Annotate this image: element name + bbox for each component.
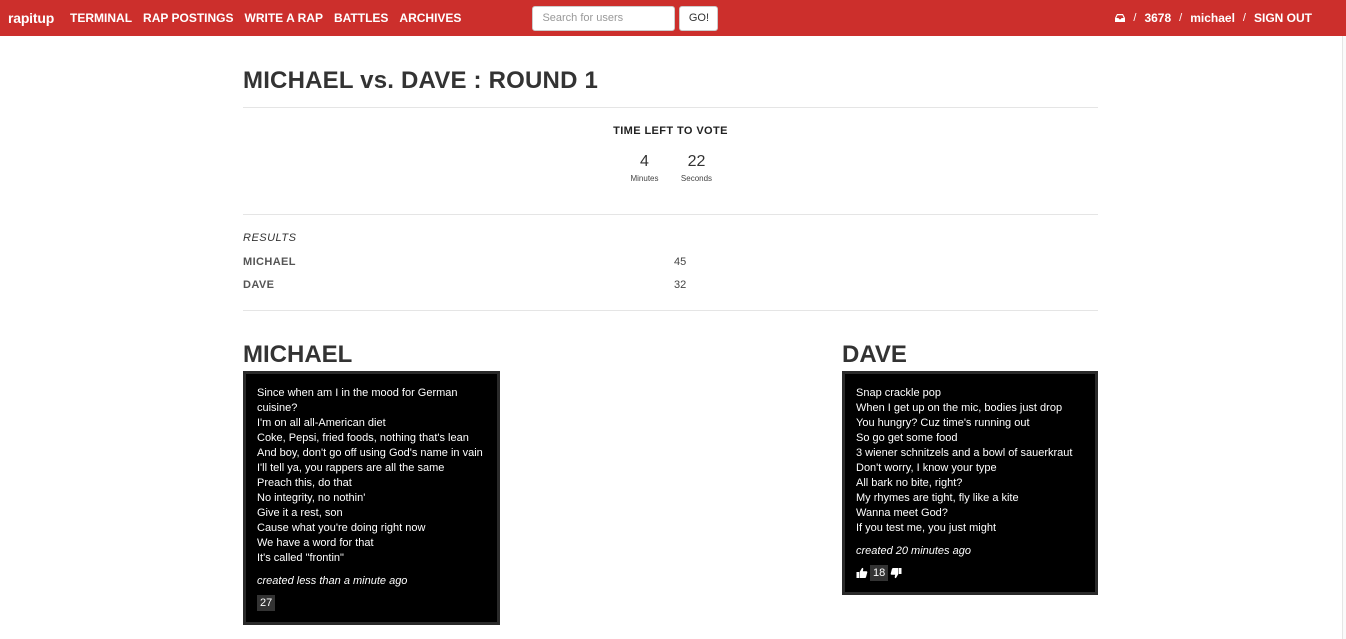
nav-links: TERMINAL RAP POSTINGS WRITE A RAP BATTLE… bbox=[70, 11, 472, 25]
results-row: MICHAEL 45 bbox=[243, 256, 1098, 268]
rap-card-michael: MICHAEL Since when am I in the mood for … bbox=[243, 341, 500, 625]
rap-line: My rhymes are tight, fly like a kite bbox=[856, 492, 1019, 504]
rapper-name: DAVE bbox=[842, 341, 907, 368]
rap-line: When I get up on the mic, bodies just dr… bbox=[856, 402, 1063, 414]
nav-link-terminal[interactable]: TERMINAL bbox=[70, 11, 132, 25]
rap-line: Don't worry, I know your type bbox=[856, 462, 997, 474]
results-name: MICHAEL bbox=[243, 256, 296, 268]
results-row: DAVE 32 bbox=[243, 279, 1098, 291]
sign-out-link[interactable]: SIGN OUT bbox=[1254, 11, 1312, 25]
timer-heading: TIME LEFT TO VOTE bbox=[613, 125, 728, 137]
scrollbar-track[interactable] bbox=[1342, 36, 1346, 639]
rap-line: We have a word for that bbox=[257, 537, 374, 549]
inbox-icon[interactable] bbox=[1115, 14, 1126, 22]
search-users-input[interactable] bbox=[532, 5, 676, 31]
nav-link-write-a-rap[interactable]: WRITE A RAP bbox=[245, 11, 323, 25]
search-go-button[interactable]: GO! bbox=[679, 5, 719, 31]
rap-lyrics-box: Since when am I in the mood for German c… bbox=[243, 371, 500, 625]
timer-seconds: 22 Seconds bbox=[671, 153, 723, 184]
results-heading: RESULTS bbox=[243, 232, 297, 244]
rapper-name: MICHAEL bbox=[243, 341, 353, 368]
rap-created-time: created less than a minute ago bbox=[257, 575, 408, 587]
seconds-value: 22 bbox=[687, 153, 706, 170]
rap-line: I'll tell ya, you rappers are all the sa… bbox=[257, 462, 445, 474]
thumbs-up-icon[interactable] bbox=[856, 567, 868, 579]
brand-logo[interactable]: rapitup bbox=[8, 10, 54, 26]
rap-line: So go get some food bbox=[856, 432, 958, 444]
thumbs-down-icon[interactable] bbox=[890, 567, 902, 579]
rap-line: Cause what you're doing right now bbox=[257, 522, 426, 534]
rap-line: You hungry? Cuz time's running out bbox=[856, 417, 1030, 429]
rap-line: Coke, Pepsi, fried foods, nothing that's… bbox=[257, 432, 469, 444]
user-search-form: GO! bbox=[532, 5, 719, 31]
rap-line: It's called "frontin" bbox=[257, 552, 344, 564]
timer-minutes: 4 Minutes bbox=[619, 153, 671, 184]
rap-votes-bar: 27 bbox=[257, 595, 486, 611]
page-title: MICHAEL vs. DAVE : ROUND 1 bbox=[243, 67, 599, 94]
rap-line: Give it a rest, son bbox=[257, 507, 343, 519]
rap-line: Snap crackle pop bbox=[856, 387, 941, 399]
top-navbar: rapitup TERMINAL RAP POSTINGS WRITE A RA… bbox=[0, 0, 1346, 36]
rap-line: I'm on all all-American diet bbox=[257, 417, 386, 429]
rap-lyrics-box: Snap crackle pop When I get up on the mi… bbox=[842, 371, 1098, 595]
vote-count-badge: 18 bbox=[870, 565, 889, 581]
divider bbox=[243, 310, 1098, 311]
rap-line: If you test me, you just might bbox=[856, 522, 997, 534]
divider bbox=[243, 107, 1098, 108]
rap-votes-bar: 18 bbox=[856, 565, 1084, 581]
user-nav: / 3678 / michael / SIGN OUT bbox=[1115, 0, 1312, 36]
rap-line: Since when am I in the mood for German c… bbox=[257, 387, 458, 414]
minutes-label: Minutes bbox=[630, 174, 659, 183]
user-points[interactable]: 3678 bbox=[1144, 11, 1171, 25]
rap-line: All bark no bite, right? bbox=[856, 477, 963, 489]
seconds-label: Seconds bbox=[680, 174, 713, 183]
nav-link-rap-postings[interactable]: RAP POSTINGS bbox=[143, 11, 233, 25]
rap-line: No integrity, no nothin' bbox=[257, 492, 366, 504]
results-name: DAVE bbox=[243, 279, 275, 291]
minutes-value: 4 bbox=[640, 153, 649, 170]
rap-card-dave: DAVE Snap crackle pop When I get up on t… bbox=[842, 341, 1098, 595]
results-votes: 45 bbox=[674, 256, 687, 268]
divider bbox=[243, 214, 1098, 215]
vote-count-badge: 27 bbox=[257, 595, 276, 611]
nav-link-archives[interactable]: ARCHIVES bbox=[399, 11, 461, 25]
rap-line: 3 wiener schnitzels and a bowl of sauerk… bbox=[856, 447, 1073, 459]
rap-created-time: created 20 minutes ago bbox=[856, 545, 971, 557]
nav-separator: / bbox=[1242, 12, 1246, 24]
battle-page: MICHAEL vs. DAVE : ROUND 1 TIME LEFT TO … bbox=[243, 36, 1098, 639]
username-link[interactable]: michael bbox=[1190, 11, 1235, 25]
nav-link-battles[interactable]: BATTLES bbox=[334, 11, 388, 25]
results-votes: 32 bbox=[674, 279, 687, 291]
vote-countdown: 4 Minutes 22 Seconds bbox=[243, 153, 1098, 184]
nav-separator: / bbox=[1133, 12, 1137, 24]
rap-line: And boy, don't go off using God's name i… bbox=[257, 447, 483, 459]
raps-section: MICHAEL Since when am I in the mood for … bbox=[243, 341, 1098, 639]
rap-line: Preach this, do that bbox=[257, 477, 352, 489]
rap-line: Wanna meet God? bbox=[856, 507, 948, 519]
nav-separator: / bbox=[1179, 12, 1183, 24]
